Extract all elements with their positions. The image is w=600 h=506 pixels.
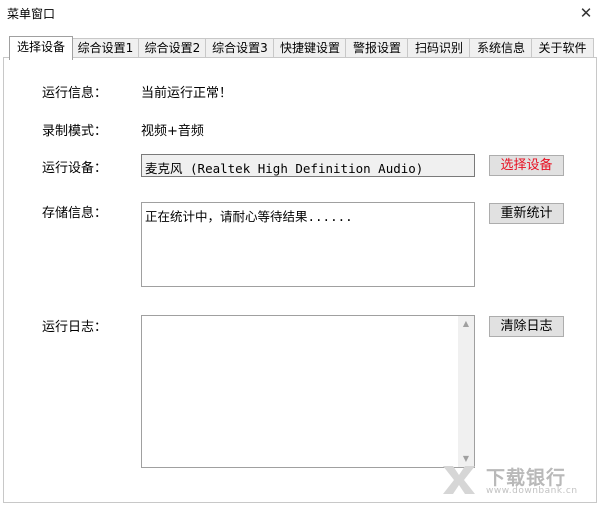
tab-scan-recognition[interactable]: 扫码识别 — [407, 38, 471, 59]
tab-alarm-settings[interactable]: 警报设置 — [345, 38, 409, 59]
watermark-url: www.downbank.cn — [486, 486, 578, 496]
recount-button[interactable]: 重新统计 — [489, 203, 564, 224]
log-label: 运行日志： — [42, 320, 108, 335]
run-info-value: 当前运行正常！ — [141, 86, 233, 101]
record-mode-value: 视频+音频 — [141, 124, 204, 139]
watermark-logo-icon — [443, 466, 475, 494]
device-label: 运行设备： — [42, 161, 108, 176]
tab-about-software[interactable]: 关于软件 — [531, 38, 594, 59]
storage-textarea[interactable]: 正在统计中，请耐心等待结果...... — [141, 202, 475, 287]
storage-text: 正在统计中，请耐心等待结果...... — [145, 209, 353, 224]
tab-system-info[interactable]: 系统信息 — [469, 38, 533, 59]
tab-hotkey-settings[interactable]: 快捷键设置 — [273, 38, 347, 59]
storage-label: 存储信息： — [42, 206, 108, 221]
title-bar: 菜单窗口 ✕ — [0, 0, 600, 30]
tab-strip: 选择设备 综合设置1 综合设置2 综合设置3 快捷键设置 警报设置 扫码识别 系… — [0, 36, 600, 60]
tab-general-settings-3[interactable]: 综合设置3 — [205, 38, 275, 59]
device-value: 麦克风 (Realtek High Definition Audio) — [145, 161, 424, 176]
select-device-button[interactable]: 选择设备 — [489, 155, 564, 176]
log-textarea[interactable]: ▲ ▼ — [141, 315, 475, 468]
tab-select-device[interactable]: 选择设备 — [9, 36, 73, 60]
clear-log-button[interactable]: 清除日志 — [489, 316, 564, 337]
record-mode-label: 录制模式： — [42, 124, 108, 139]
close-icon[interactable]: ✕ — [575, 2, 597, 24]
scroll-up-icon[interactable]: ▲ — [458, 316, 474, 332]
tab-general-settings-2[interactable]: 综合设置2 — [138, 38, 207, 59]
device-field[interactable]: 麦克风 (Realtek High Definition Audio) — [141, 154, 475, 177]
window-title: 菜单窗口 — [7, 7, 56, 21]
log-scrollbar[interactable]: ▲ ▼ — [458, 316, 474, 467]
tab-general-settings-1[interactable]: 综合设置1 — [71, 38, 140, 59]
run-info-label: 运行信息： — [42, 86, 108, 101]
